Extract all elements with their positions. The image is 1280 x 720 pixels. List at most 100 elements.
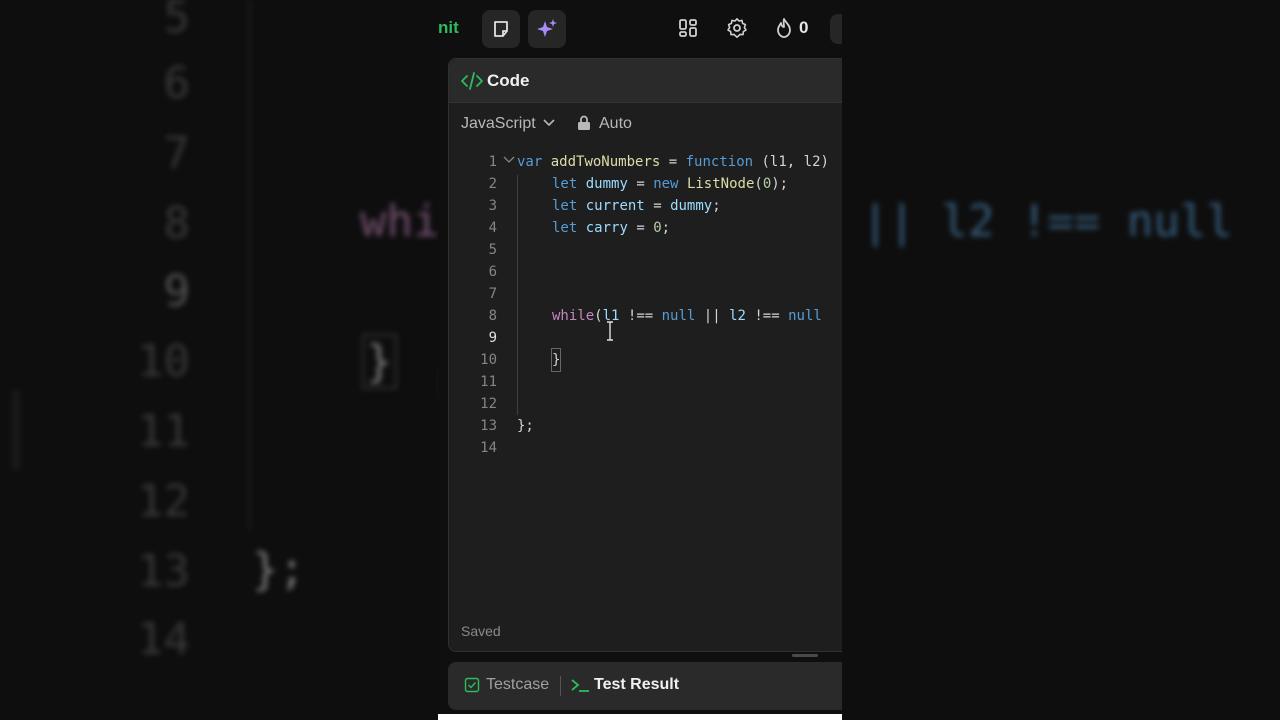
streak-button[interactable] xyxy=(772,16,796,40)
settings-button[interactable] xyxy=(725,16,749,40)
token: !== xyxy=(754,308,780,324)
panel-resize-handle[interactable] xyxy=(792,654,818,657)
background-line-number: 10 xyxy=(137,336,190,387)
bottom-tabs: Testcase Test Result xyxy=(448,662,842,710)
submit-button[interactable]: nit xyxy=(438,18,459,38)
token: ); xyxy=(771,176,789,192)
checkbox-icon xyxy=(464,677,480,693)
streak-count: 0 xyxy=(799,18,809,37)
line-number: 11 xyxy=(480,374,497,390)
background-code-condition: || l2 !== null xyxy=(862,196,1233,247)
tab-test-result[interactable]: Test Result xyxy=(594,676,679,694)
token: null xyxy=(661,308,696,324)
token: (l1, l2) xyxy=(761,154,829,170)
token: addTwoNumbers xyxy=(550,154,661,170)
gear-icon xyxy=(727,18,747,38)
token: dummy xyxy=(585,176,628,192)
token: ; xyxy=(712,198,721,214)
tab-testcase[interactable]: Testcase xyxy=(486,676,549,694)
code-icon xyxy=(461,72,483,90)
layout-grid-icon xyxy=(679,19,697,37)
line-number: 7 xyxy=(488,286,497,302)
token: ( xyxy=(594,308,603,324)
token: while xyxy=(552,308,595,324)
background-line-number: 5 xyxy=(163,0,191,43)
token: = xyxy=(668,154,678,170)
notes-button[interactable] xyxy=(482,10,520,48)
tab-divider xyxy=(560,676,561,696)
line-number: 13 xyxy=(480,418,497,434)
token: dummy xyxy=(670,198,713,214)
code-line-4: let carry = 0; xyxy=(552,217,670,239)
editor-panel: nit 0 Code JavaScript Auto 1 2 3 4 5 6 7… xyxy=(438,0,842,720)
line-number: 2 xyxy=(488,176,497,192)
token: let xyxy=(552,220,578,236)
line-number: 1 xyxy=(488,154,497,170)
lock-icon xyxy=(578,115,590,130)
background-code-while: whi xyxy=(360,196,440,247)
chevron-down-icon[interactable] xyxy=(543,119,555,127)
line-number: 6 xyxy=(488,264,497,280)
token: new xyxy=(653,176,679,192)
text-cursor-icon xyxy=(607,321,613,341)
code-line-13: }; xyxy=(517,418,534,434)
background-line-number: 14 xyxy=(137,614,190,665)
line-number: 8 xyxy=(488,308,497,324)
code-line-10: } xyxy=(550,348,562,372)
background-close: }; xyxy=(252,544,305,595)
flame-icon xyxy=(777,18,791,38)
line-number-active: 9 xyxy=(488,330,497,346)
line-number: 4 xyxy=(488,220,497,236)
line-number: 14 xyxy=(480,440,497,456)
editor-title: Code xyxy=(487,71,530,90)
editor-toolbar: JavaScript Auto xyxy=(449,103,842,143)
token: let xyxy=(552,198,578,214)
auto-mode-label[interactable]: Auto xyxy=(599,115,632,133)
sparkle-icon xyxy=(537,19,557,37)
code-editor: Code JavaScript Auto 1 2 3 4 5 6 7 8 9 1… xyxy=(448,58,842,652)
background-line-number: 7 xyxy=(163,128,191,179)
line-number: 5 xyxy=(488,242,497,258)
token: let xyxy=(552,176,578,192)
ai-assistant-button[interactable] xyxy=(528,10,566,48)
code-line-8: while(l1 !== null || l2 !== null xyxy=(552,305,822,327)
token: ( xyxy=(754,176,763,192)
token: ; xyxy=(661,220,671,236)
save-status: Saved xyxy=(461,623,501,639)
background-line-number: 13 xyxy=(137,546,190,597)
line-number: 3 xyxy=(488,198,497,214)
token: 0 xyxy=(653,220,662,236)
fold-chevron-icon[interactable] xyxy=(503,155,515,165)
token: var xyxy=(517,154,543,170)
background-line-number: 6 xyxy=(163,58,191,109)
background-brace: } xyxy=(362,334,397,389)
line-number: 10 xyxy=(480,352,497,368)
background-scrollbar xyxy=(12,390,20,470)
token: = xyxy=(636,220,645,236)
token: current xyxy=(585,198,645,214)
background-line-number: 8 xyxy=(163,198,191,249)
background-line-number: 9 xyxy=(163,266,191,317)
bottom-edge xyxy=(438,714,842,720)
token: = xyxy=(636,176,645,192)
code-line-3: let current = dummy; xyxy=(552,195,721,217)
code-line-2: let dummy = new ListNode(0); xyxy=(552,173,788,195)
line-number: 12 xyxy=(480,396,497,412)
token: function xyxy=(685,154,754,170)
token: ListNode xyxy=(686,176,755,192)
token: null xyxy=(788,308,822,324)
toolbar-overflow-button[interactable] xyxy=(830,14,842,44)
code-line-1: var addTwoNumbers = function (l1, l2) xyxy=(517,151,829,173)
token: !== xyxy=(627,308,654,324)
top-toolbar: nit 0 xyxy=(438,0,842,56)
background-indent-guide xyxy=(248,0,251,530)
indent-guide xyxy=(517,175,518,415)
note-icon xyxy=(494,21,508,37)
language-select[interactable]: JavaScript xyxy=(461,115,536,133)
background-line-number: 11 xyxy=(137,406,190,457)
token: || xyxy=(703,308,721,324)
token: l2 xyxy=(729,308,746,324)
token: = xyxy=(653,198,662,214)
layout-button[interactable] xyxy=(676,16,700,40)
editor-header: Code xyxy=(449,59,842,103)
